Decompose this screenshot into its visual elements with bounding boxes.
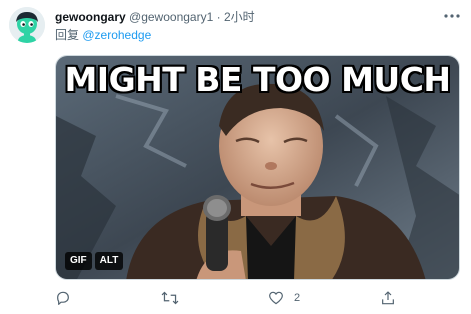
avatar[interactable] [9, 7, 45, 43]
more-icon [444, 14, 460, 18]
media-badges: GIF ALT [65, 252, 124, 270]
reply-icon [57, 291, 69, 305]
action-bar: 2 [55, 288, 415, 308]
replying-to: 回复 @zerohedge [55, 27, 151, 43]
replying-to-handle[interactable]: @zerohedge [82, 28, 151, 42]
gif-media[interactable]: MIGHT BE TOO MUCH GIF ALT [55, 55, 460, 280]
tweet-card[interactable]: gewoongary @gewoongary1 · 2小时 回复 @zerohe… [0, 0, 471, 314]
more-options-button[interactable] [442, 6, 462, 26]
avatar-illustration [9, 7, 45, 43]
gif-badge: GIF [65, 252, 92, 270]
share-button[interactable] [380, 288, 396, 308]
reply-button[interactable] [55, 288, 71, 308]
like-count: 2 [294, 292, 301, 304]
alt-text-button[interactable]: ALT [94, 252, 124, 270]
like-button[interactable]: 2 [268, 288, 300, 308]
share-icon [382, 291, 394, 305]
replying-to-label: 回复 [55, 28, 80, 42]
retweet-icon [161, 291, 179, 305]
timestamp[interactable]: 2小时 [224, 10, 255, 24]
retweet-button[interactable] [161, 288, 179, 308]
user-handle[interactable]: @gewoongary1 [129, 10, 213, 24]
display-name[interactable]: gewoongary [55, 10, 126, 24]
separator-dot: · [216, 10, 221, 24]
tweet-header: gewoongary @gewoongary1 · 2小时 [55, 9, 255, 25]
heart-icon [269, 291, 283, 305]
gif-caption: MIGHT BE TOO MUCH [64, 60, 451, 99]
